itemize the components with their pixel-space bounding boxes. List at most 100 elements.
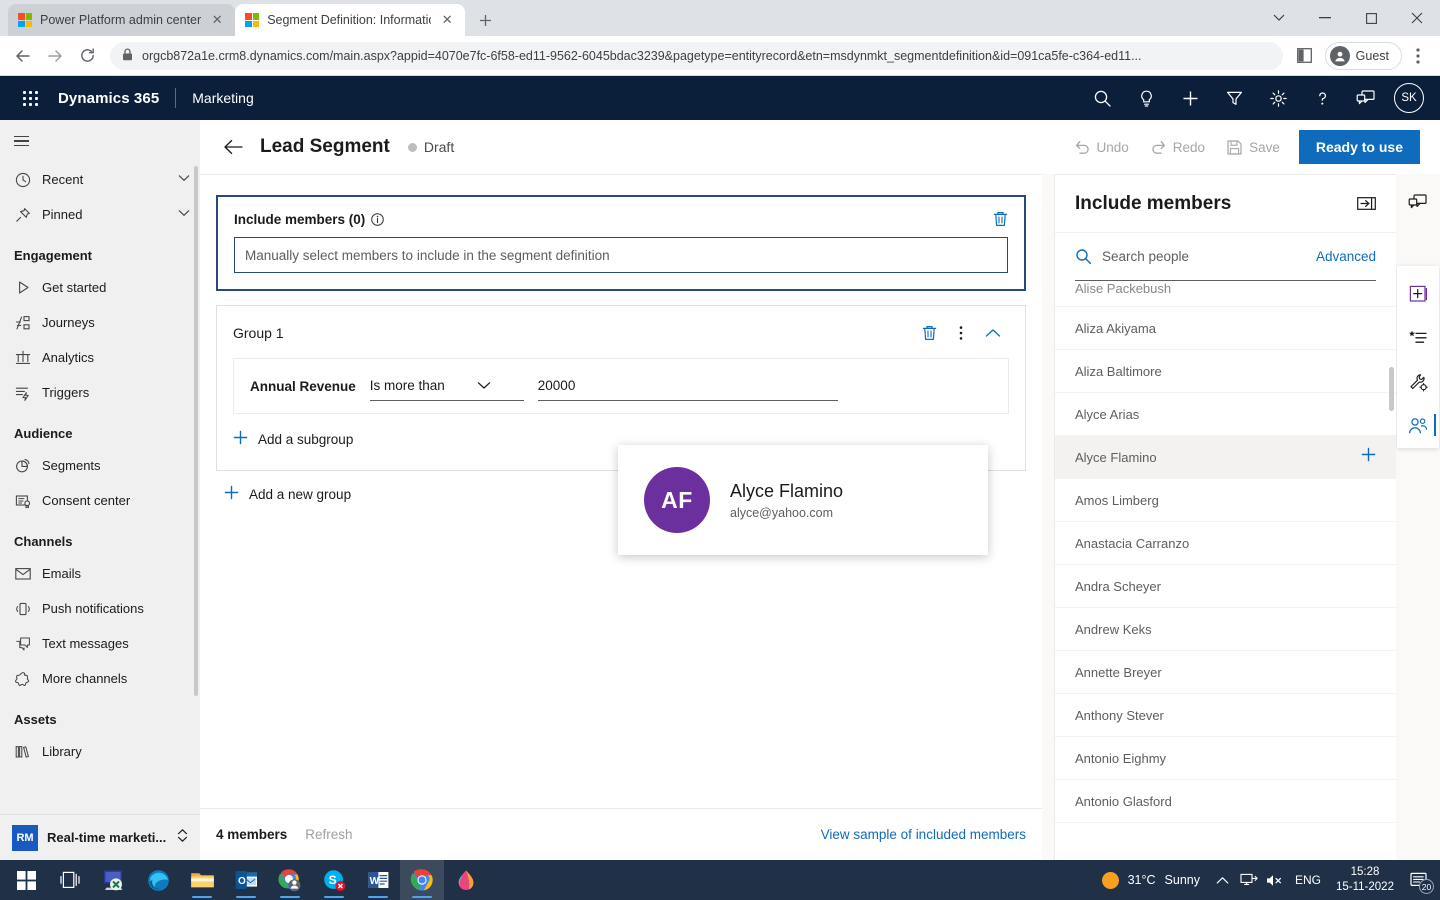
sidebar-item-pinned[interactable]: Pinned bbox=[0, 197, 200, 232]
action-center-button[interactable]: 20 bbox=[1402, 860, 1436, 900]
sidebar-item-triggers[interactable]: Triggers bbox=[0, 375, 200, 410]
undo-button[interactable]: Undo bbox=[1064, 131, 1140, 163]
user-avatar[interactable]: SK bbox=[1394, 83, 1424, 113]
list-item[interactable]: Andra Scheyer bbox=[1055, 565, 1396, 608]
close-window-icon[interactable] bbox=[1394, 0, 1440, 36]
browser-menu-icon[interactable] bbox=[1404, 42, 1432, 70]
plus-icon[interactable] bbox=[1168, 76, 1212, 120]
close-icon[interactable]: ✕ bbox=[439, 12, 455, 28]
list-item[interactable]: Anthony Stever bbox=[1055, 694, 1396, 737]
list-item[interactable]: Aliza Baltimore bbox=[1055, 350, 1396, 393]
windows-start-icon[interactable] bbox=[4, 860, 48, 900]
feedback-icon[interactable] bbox=[1396, 182, 1440, 222]
weather-widget[interactable]: 31°C Sunny bbox=[1092, 872, 1210, 889]
sidebar-item-push-notifications[interactable]: Push notifications bbox=[0, 591, 200, 626]
sidebar-item-more-channels[interactable]: More channels bbox=[0, 661, 200, 696]
panel-collapse-icon[interactable] bbox=[1357, 196, 1376, 211]
outlook-icon[interactable]: O bbox=[224, 860, 268, 900]
network-icon[interactable] bbox=[1236, 860, 1262, 900]
excel-desktop-icon[interactable] bbox=[92, 860, 136, 900]
person-name: Andrew Keks bbox=[1075, 622, 1376, 637]
list-item-selected[interactable]: Alyce Flamino bbox=[1055, 436, 1396, 479]
sidebar-item-text-messages[interactable]: Text messages bbox=[0, 626, 200, 661]
add-member-icon[interactable] bbox=[1361, 447, 1376, 467]
delete-group-icon[interactable] bbox=[913, 320, 945, 346]
tools-icon[interactable] bbox=[1397, 360, 1439, 404]
sidebar-item-analytics[interactable]: Analytics bbox=[0, 340, 200, 375]
close-icon[interactable]: ✕ bbox=[209, 12, 225, 28]
condition-operator-select[interactable]: Is more than bbox=[370, 371, 524, 401]
help-icon[interactable] bbox=[1300, 76, 1344, 120]
sidebar-item-library[interactable]: Library bbox=[0, 734, 200, 769]
more-vertical-icon[interactable] bbox=[945, 320, 977, 346]
save-button[interactable]: Save bbox=[1216, 131, 1291, 163]
sidebar-scrollbar[interactable] bbox=[194, 166, 198, 696]
split-screen-icon[interactable] bbox=[1291, 42, 1319, 70]
forward-icon[interactable] bbox=[40, 41, 70, 71]
minimize-icon[interactable] bbox=[1302, 0, 1348, 36]
feedback-icon[interactable] bbox=[1344, 76, 1388, 120]
filter-icon[interactable] bbox=[1212, 76, 1256, 120]
edge-icon[interactable] bbox=[136, 860, 180, 900]
show-hidden-icons-chevron[interactable] bbox=[1210, 860, 1236, 900]
panel-scrollbar[interactable] bbox=[1389, 367, 1394, 411]
list-item[interactable]: Amos Limberg bbox=[1055, 479, 1396, 522]
clock[interactable]: 15:28 15-11-2022 bbox=[1328, 865, 1402, 895]
search-input[interactable]: Search people bbox=[1102, 249, 1306, 264]
search-people-row[interactable]: Search people Advanced bbox=[1075, 233, 1376, 281]
list-item[interactable]: Anastacia Carranzo bbox=[1055, 522, 1396, 565]
paint-icon[interactable] bbox=[444, 860, 488, 900]
condition-value-input[interactable]: 20000 bbox=[538, 371, 838, 401]
new-tab-button[interactable] bbox=[471, 6, 499, 34]
collapse-group-icon[interactable] bbox=[977, 320, 1009, 346]
sidebar-item-consent-center[interactable]: Consent center bbox=[0, 483, 200, 518]
gear-icon[interactable] bbox=[1256, 76, 1300, 120]
browser-tab-1[interactable]: Power Platform admin center ✕ bbox=[8, 4, 235, 36]
chrome-icon[interactable] bbox=[400, 860, 444, 900]
area-switcher[interactable]: RM Real-time marketi... bbox=[0, 814, 200, 860]
tab-search-icon[interactable] bbox=[1256, 0, 1302, 36]
list-item[interactable]: Alise Packebush bbox=[1055, 281, 1396, 307]
lightbulb-icon[interactable] bbox=[1124, 76, 1168, 120]
list-item[interactable]: Antonio Glasford bbox=[1055, 780, 1396, 823]
back-icon[interactable] bbox=[8, 41, 38, 71]
skype-icon[interactable]: S bbox=[312, 860, 356, 900]
language-indicator[interactable]: ENG bbox=[1288, 873, 1328, 887]
delete-include-members-icon[interactable] bbox=[993, 211, 1008, 227]
search-icon[interactable] bbox=[1080, 76, 1124, 120]
attribute-list-icon[interactable] bbox=[1397, 316, 1439, 360]
list-item[interactable]: Alyce Arias bbox=[1055, 393, 1396, 436]
refresh-button[interactable]: Refresh bbox=[305, 827, 352, 842]
info-icon[interactable] bbox=[371, 213, 384, 226]
people-list[interactable]: Alise Packebush Aliza Akiyama Aliza Balt… bbox=[1055, 281, 1396, 860]
list-item[interactable]: Antonio Eighmy bbox=[1055, 737, 1396, 780]
maximize-icon[interactable] bbox=[1348, 0, 1394, 36]
list-item[interactable]: Andrew Keks bbox=[1055, 608, 1396, 651]
sidebar-item-get-started[interactable]: Get started bbox=[0, 270, 200, 305]
profile-button[interactable]: Guest bbox=[1325, 42, 1402, 70]
advanced-link[interactable]: Advanced bbox=[1316, 249, 1376, 264]
sidebar-item-emails[interactable]: Emails bbox=[0, 556, 200, 591]
volume-muted-icon[interactable] bbox=[1262, 860, 1288, 900]
people-icon[interactable] bbox=[1397, 404, 1439, 448]
task-view-icon[interactable] bbox=[48, 860, 92, 900]
app-launcher-icon[interactable] bbox=[12, 80, 48, 116]
add-panel-icon[interactable] bbox=[1397, 272, 1439, 316]
redo-button[interactable]: Redo bbox=[1140, 131, 1216, 163]
back-to-list-icon[interactable] bbox=[216, 130, 250, 164]
list-item[interactable]: Aliza Akiyama bbox=[1055, 307, 1396, 350]
browser-tab-2[interactable]: Segment Definition: Information ✕ bbox=[235, 4, 465, 36]
sitemap-toggle-button[interactable] bbox=[0, 120, 200, 162]
reload-icon[interactable] bbox=[72, 41, 102, 71]
address-bar[interactable]: orgcb872a1e.crm8.dynamics.com/main.aspx?… bbox=[110, 42, 1283, 70]
view-sample-link[interactable]: View sample of included members bbox=[821, 827, 1026, 842]
include-members-input[interactable]: Manually select members to include in th… bbox=[234, 237, 1008, 273]
file-explorer-icon[interactable] bbox=[180, 860, 224, 900]
word-icon[interactable]: W bbox=[356, 860, 400, 900]
sidebar-item-recent[interactable]: Recent bbox=[0, 162, 200, 197]
ready-to-use-button[interactable]: Ready to use bbox=[1299, 130, 1420, 164]
chrome-profile-icon[interactable] bbox=[268, 860, 312, 900]
sidebar-item-journeys[interactable]: Journeys bbox=[0, 305, 200, 340]
sidebar-item-segments[interactable]: Segments bbox=[0, 448, 200, 483]
list-item[interactable]: Annette Breyer bbox=[1055, 651, 1396, 694]
